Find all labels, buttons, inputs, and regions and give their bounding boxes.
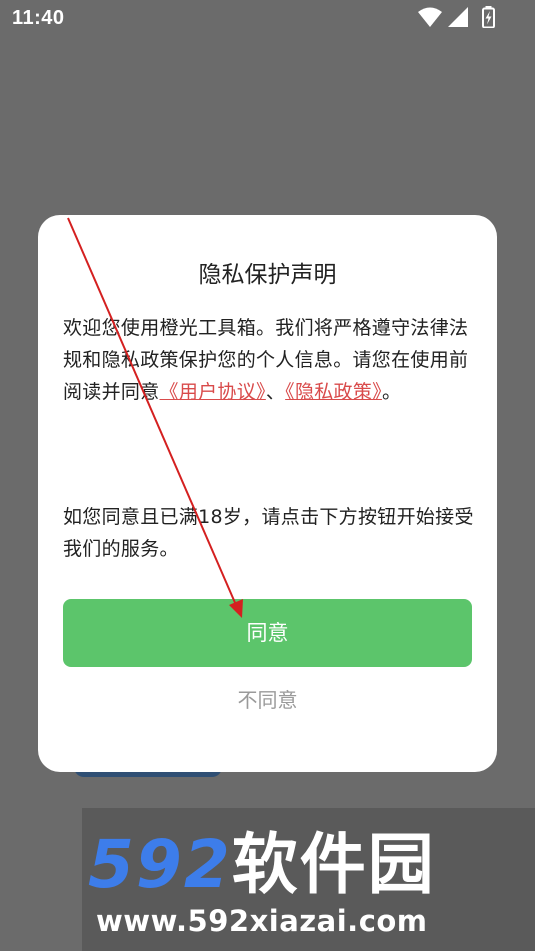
annotation-arrow [67,217,243,618]
